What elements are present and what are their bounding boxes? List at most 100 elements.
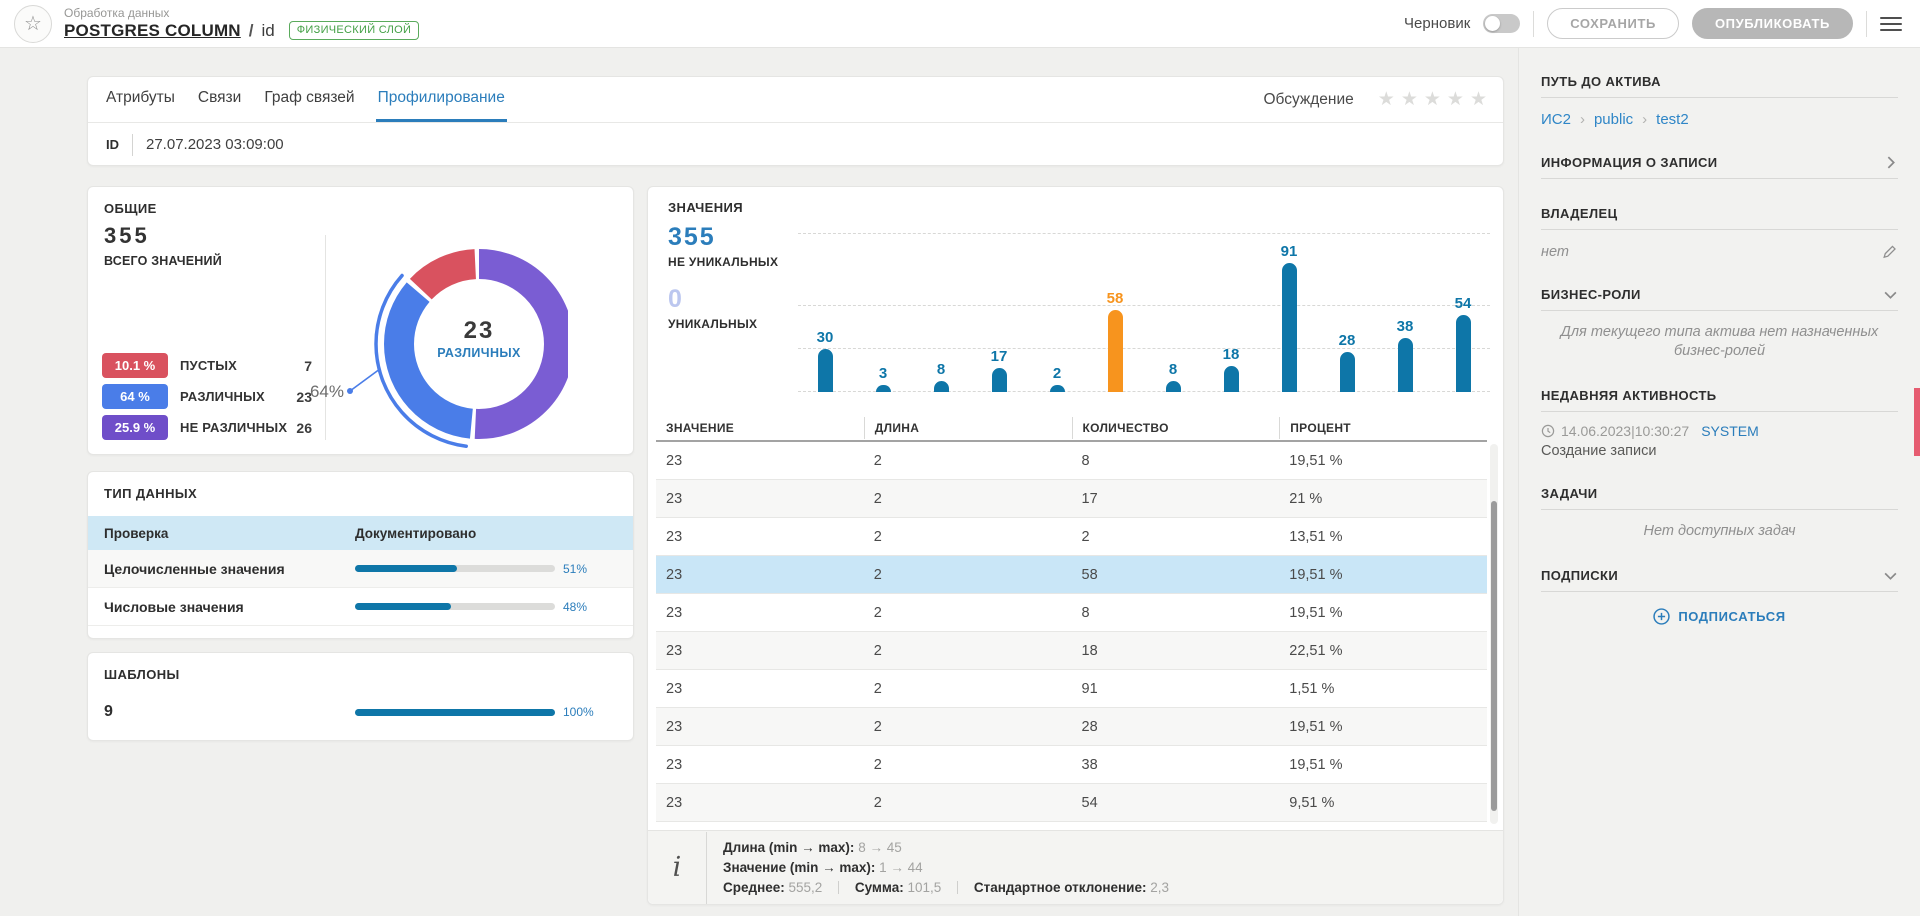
bar-column[interactable]: 17 xyxy=(982,348,1016,392)
draft-label: Черновик xyxy=(1404,15,1470,32)
table-row[interactable]: 2321822,51 % xyxy=(656,632,1487,670)
publish-button[interactable]: ОПУБЛИКОВАТЬ xyxy=(1692,8,1853,39)
plus-circle-icon xyxy=(1653,608,1670,625)
bar xyxy=(1050,385,1065,392)
bar-value-label: 8 xyxy=(1169,361,1177,378)
tabs-card: Атрибуты Связи Граф связей Профилирование О… xyxy=(87,76,1504,166)
feedback-edge-tab[interactable] xyxy=(1914,388,1920,456)
tab[interactable]: Профилирование xyxy=(376,77,507,122)
table-row[interactable]: 232911,51 % xyxy=(656,670,1487,708)
favorite-star-button[interactable]: ☆ xyxy=(14,5,52,43)
breadcrumb: ИС2›public›test2 xyxy=(1541,111,1898,128)
bar-value-label: 8 xyxy=(937,361,945,378)
bar-column[interactable]: 30 xyxy=(808,329,842,392)
edit-pencil-icon[interactable] xyxy=(1881,243,1898,260)
table-cell: 58 xyxy=(1072,567,1280,583)
legend-label: ПУСТЫХ xyxy=(180,358,237,373)
chevron-right-icon[interactable] xyxy=(1883,155,1898,170)
tab[interactable]: Связи xyxy=(196,77,243,122)
total-values: 355 ВСЕГО ЗНАЧЕНИЙ xyxy=(104,223,222,268)
table-row[interactable]: 232819,51 % xyxy=(656,594,1487,632)
subscribe-button[interactable]: ПОДПИСАТЬСЯ xyxy=(1541,608,1898,625)
table-cell: 1,51 % xyxy=(1279,681,1487,697)
documented-column-header: Документировано xyxy=(355,526,476,541)
table-row[interactable]: 2322819,51 % xyxy=(656,708,1487,746)
callout-line xyxy=(350,370,379,392)
bar-value-label: 28 xyxy=(1339,332,1356,349)
bar-value-label: 38 xyxy=(1397,318,1414,335)
star-icon[interactable]: ★ xyxy=(1401,88,1418,111)
values-table-body: 232819,51 %2321721 %232213,51 %2325819,5… xyxy=(656,442,1487,822)
record-info-section: ИНФОРМАЦИЯ О ЗАПИСИ xyxy=(1541,155,1898,179)
tab[interactable]: Граф связей xyxy=(262,77,356,122)
table-row[interactable]: 2323819,51 % xyxy=(656,746,1487,784)
scrollbar-thumb[interactable] xyxy=(1491,501,1497,811)
documented-progress-fill xyxy=(355,565,457,572)
discussion-link[interactable]: Обсуждение xyxy=(1263,91,1353,109)
general-card-title: ОБЩИЕ xyxy=(104,201,157,216)
divider xyxy=(1533,11,1534,37)
tab[interactable]: Атрибуты xyxy=(104,77,177,122)
table-row[interactable]: 232819,51 % xyxy=(656,442,1487,480)
table-row[interactable]: 232213,51 % xyxy=(656,518,1487,556)
table-cell: 2 xyxy=(864,681,1072,697)
subscriptions-section: ПОДПИСКИ ПОДПИСАТЬСЯ xyxy=(1541,568,1898,625)
bar xyxy=(1282,263,1297,392)
bar-column[interactable]: 18 xyxy=(1214,346,1248,392)
breadcrumb-link[interactable]: test2 xyxy=(1656,111,1689,128)
bar-value-label: 54 xyxy=(1455,295,1472,312)
bar-column[interactable]: 28 xyxy=(1330,332,1364,392)
bar-column[interactable]: 2 xyxy=(1040,365,1074,392)
activity-timestamp: 14.06.2023|10:30:27 xyxy=(1561,423,1689,439)
unique-label: УНИКАЛЬНЫХ xyxy=(668,317,778,331)
star-icon[interactable]: ★ xyxy=(1424,88,1441,111)
unique-count: 0 xyxy=(668,285,778,314)
breadcrumb-link[interactable]: ИС2 xyxy=(1541,111,1571,128)
clock-icon xyxy=(1541,424,1555,438)
table-scrollbar[interactable] xyxy=(1490,444,1498,824)
summary-stats-line: Среднее: 555,2 Сумма: 101,5 Стандартное … xyxy=(723,878,1169,898)
bar-column[interactable]: 8 xyxy=(1156,361,1190,392)
templates-card-title: ШАБЛОНЫ xyxy=(104,667,180,682)
menu-icon[interactable] xyxy=(1880,17,1902,31)
star-icon[interactable]: ★ xyxy=(1447,88,1464,111)
bar-column[interactable]: 58 xyxy=(1098,290,1132,392)
table-cell: 23 xyxy=(656,681,864,697)
table-row[interactable]: 2325819,51 % xyxy=(656,556,1487,594)
activity-user-link[interactable]: SYSTEM xyxy=(1701,423,1759,439)
check-name: Числовые значения xyxy=(88,599,355,615)
table-row[interactable]: 232549,51 % xyxy=(656,784,1487,822)
business-roles-title: БИЗНЕС-РОЛИ xyxy=(1541,287,1641,302)
draft-toggle[interactable] xyxy=(1483,14,1520,33)
bar-column[interactable]: 91 xyxy=(1272,243,1306,392)
breadcrumb-link[interactable]: public xyxy=(1594,111,1633,128)
bar-column[interactable]: 8 xyxy=(924,361,958,392)
documented-percent: 51% xyxy=(563,562,587,576)
bar-column[interactable]: 3 xyxy=(866,365,900,392)
distinct-donut: 64% xyxy=(268,229,568,459)
table-cell: 21 % xyxy=(1279,491,1487,507)
bar-column[interactable]: 38 xyxy=(1388,318,1422,392)
star-icon[interactable]: ★ xyxy=(1378,88,1395,111)
chevron-down-icon[interactable] xyxy=(1883,287,1898,302)
table-row[interactable]: 2321721 % xyxy=(656,480,1487,518)
data-type-rows: Целочисленные значения51%Числовые значен… xyxy=(88,550,633,626)
app-subtitle: Обработка данных xyxy=(64,7,419,21)
table-column-header: ПРОЦЕНТ xyxy=(1279,417,1487,439)
entity-type-link[interactable]: POSTGRES COLUMN xyxy=(64,21,241,41)
values-card-title: ЗНАЧЕНИЯ xyxy=(668,200,743,215)
bar xyxy=(992,368,1007,392)
star-icon[interactable]: ★ xyxy=(1470,88,1487,111)
save-button[interactable]: СОХРАНИТЬ xyxy=(1547,8,1679,39)
callout-dot xyxy=(347,388,353,394)
table-cell: 13,51 % xyxy=(1279,529,1487,545)
recent-activity-section: НЕДАВНЯЯ АКТИВНОСТЬ 14.06.2023|10:30:27 … xyxy=(1541,388,1898,459)
total-values-number: 355 xyxy=(104,223,222,249)
chevron-down-icon[interactable] xyxy=(1883,568,1898,583)
bar-value-label: 18 xyxy=(1223,346,1240,363)
values-table: ЗНАЧЕНИЕДЛИНАКОЛИЧЕСТВОПРОЦЕНТ 232819,51… xyxy=(656,416,1487,822)
templates-count: 9 xyxy=(88,703,355,721)
table-cell: 23 xyxy=(656,643,864,659)
tasks-title: ЗАДАЧИ xyxy=(1541,486,1598,501)
bar-column[interactable]: 54 xyxy=(1446,295,1480,392)
